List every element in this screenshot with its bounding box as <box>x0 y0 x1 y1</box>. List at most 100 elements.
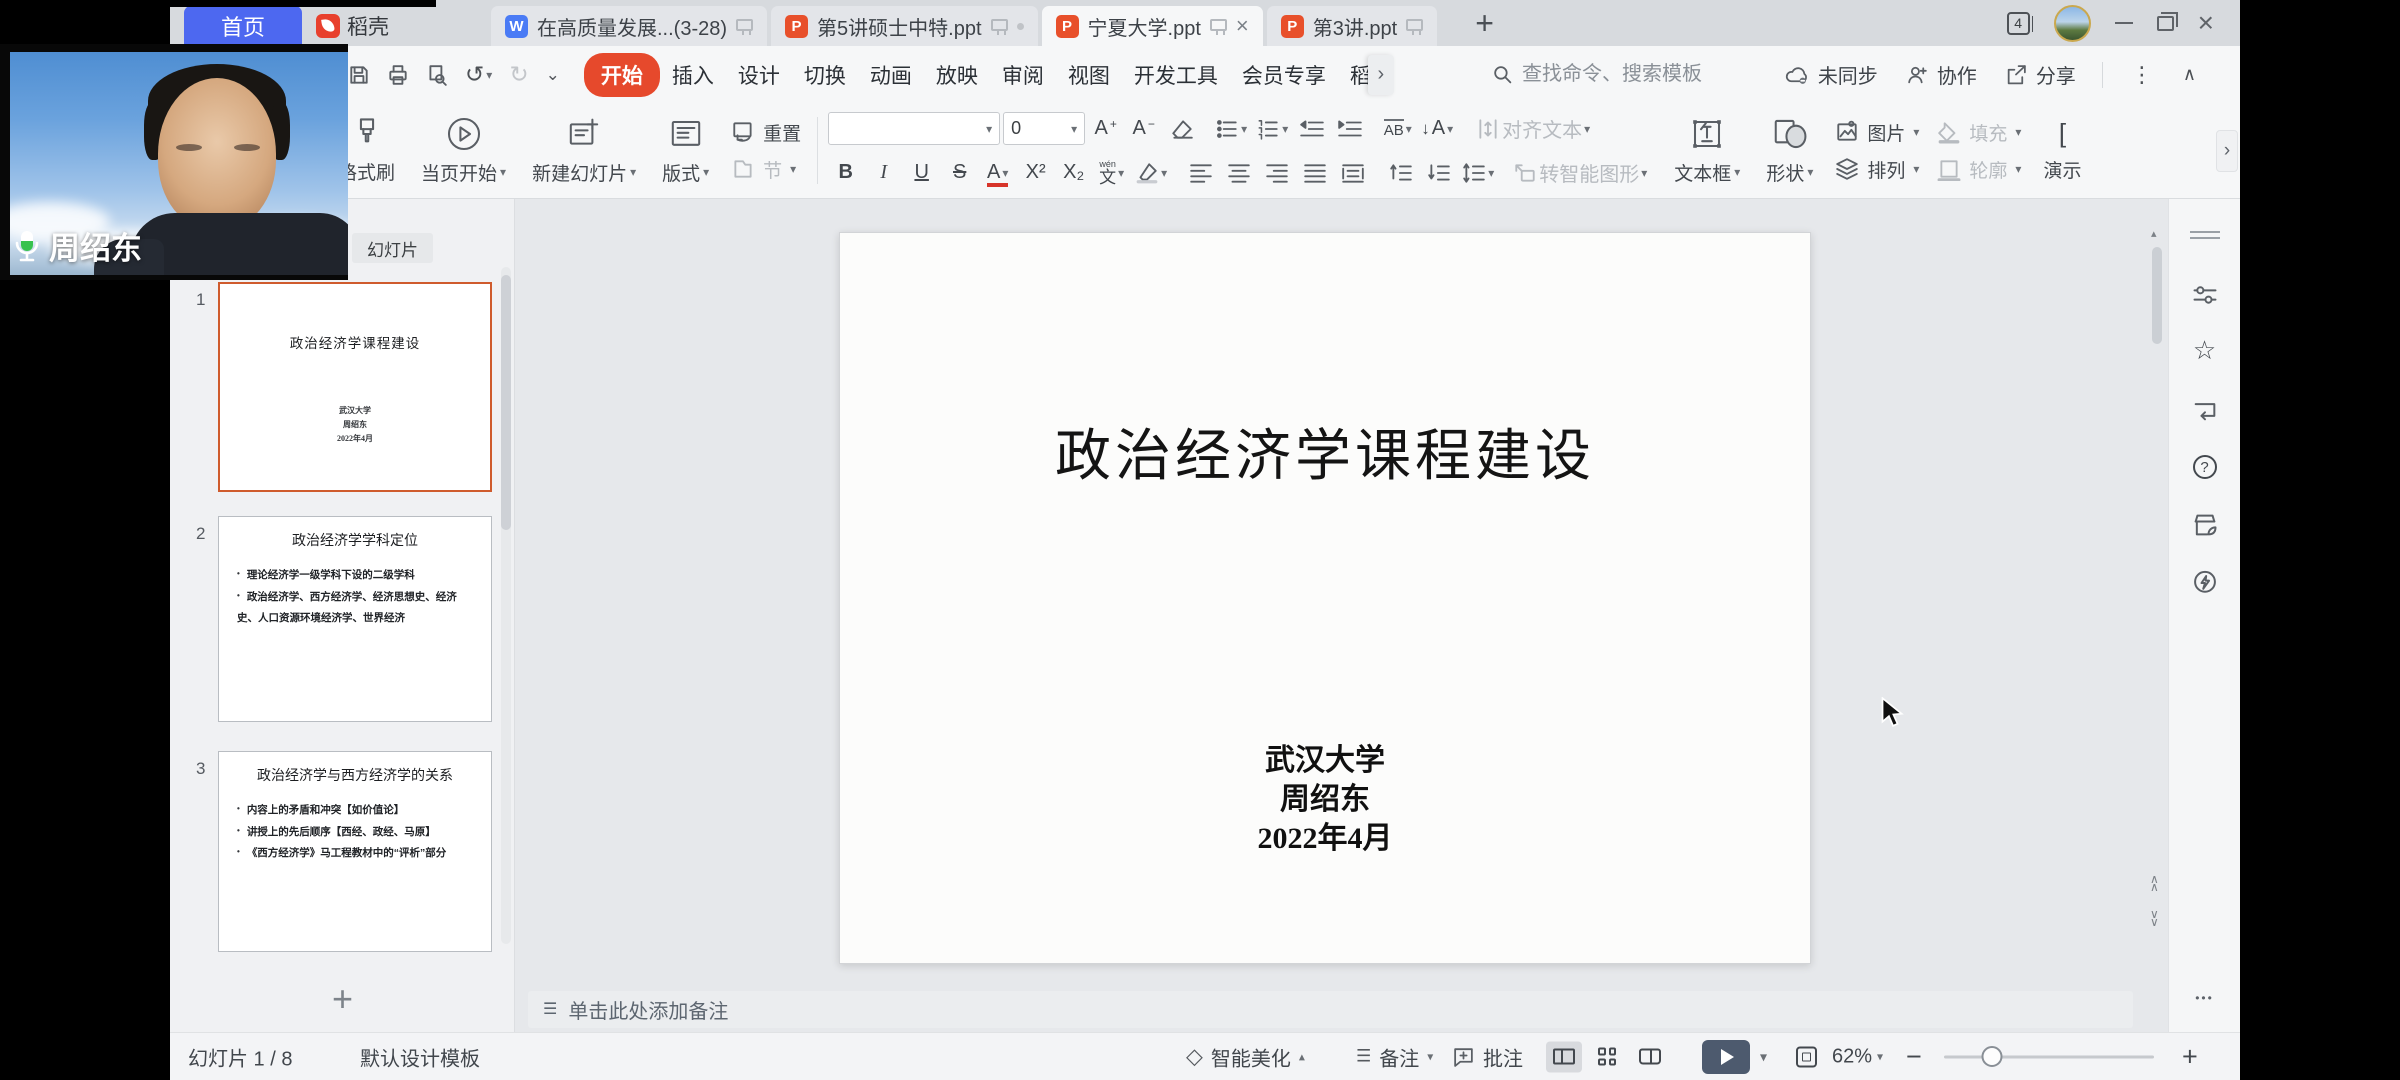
text-direction-button[interactable]: ↓ A ▾ <box>1418 110 1456 148</box>
zoom-slider-knob[interactable] <box>1982 1046 2003 1067</box>
tab-insert[interactable]: 插入 <box>660 53 726 97</box>
toolbar-expand-chevron[interactable]: › <box>2216 130 2238 172</box>
add-slide-button[interactable]: + <box>170 981 515 1017</box>
sync-status-button[interactable]: 未同步 <box>1777 54 1886 95</box>
underline-button[interactable]: U <box>904 154 939 192</box>
increase-font-button[interactable]: A+ <box>1088 110 1123 148</box>
collaborate-button[interactable]: 协作 <box>1898 54 1985 95</box>
sidebar-more-icon[interactable]: ••• <box>2195 991 2214 1005</box>
slide-sub-line[interactable]: 武汉大学 <box>840 741 1810 780</box>
notes-bar[interactable]: ☰ 单击此处添加备注 <box>528 991 2133 1028</box>
customize-qat-icon[interactable]: ⌄ <box>546 65 560 85</box>
slideshow-play-button[interactable] <box>1702 1040 1750 1074</box>
slide-sub-line[interactable]: 周绍东 <box>840 780 1810 819</box>
close-window-button[interactable]: × <box>2198 9 2214 37</box>
comments-button[interactable]: 批注 <box>1452 1042 1523 1071</box>
justify-button[interactable] <box>1297 154 1332 192</box>
account-avatar[interactable] <box>2054 5 2091 42</box>
shapes-button[interactable]: 形状▾ <box>1756 103 1823 198</box>
slides-view-tab[interactable]: 幻灯片 <box>352 233 433 263</box>
superscript-button[interactable]: X² <box>1018 154 1053 192</box>
redo-icon[interactable]: ↻ <box>509 61 528 88</box>
highlight-button[interactable]: ▾ <box>1132 154 1170 192</box>
tab-review[interactable]: 审阅 <box>990 53 1056 97</box>
strikethrough-button[interactable]: S <box>942 154 977 192</box>
previous-slide-button[interactable]: ∧ ∧ <box>2150 875 2159 891</box>
bullets-button[interactable]: ▾ <box>1212 110 1250 148</box>
slide-canvas[interactable]: 政治经济学课程建设 武汉大学 周绍东 2022年4月 <box>839 232 1811 964</box>
tab-home-ribbon[interactable]: 开始 <box>584 53 660 97</box>
tab-animation[interactable]: 动画 <box>858 53 924 97</box>
clear-format-button[interactable] <box>1164 110 1199 148</box>
tab-transitions[interactable]: 切换 <box>792 53 858 97</box>
fit-slide-button[interactable] <box>1796 1046 1817 1067</box>
font-color-button[interactable]: A ▾ <box>980 154 1015 192</box>
slide-title-text[interactable]: 政治经济学课程建设 <box>840 411 1810 492</box>
space-before-button[interactable] <box>1383 154 1418 192</box>
docer-mall-icon[interactable] <box>2191 511 2219 539</box>
align-text-button[interactable]: 对齐文本 ▾ <box>1473 110 1593 148</box>
smart-beautify-icon[interactable]: ☆ <box>2193 335 2216 366</box>
normal-view-button[interactable] <box>1546 1041 1582 1072</box>
tab-devtools[interactable]: 开发工具 <box>1122 53 1230 97</box>
tab-design[interactable]: 设计 <box>726 53 792 97</box>
arrange-button[interactable]: 排列 ▾ <box>1835 156 1919 183</box>
play-from-current-button[interactable]: 当页开始▾ <box>411 103 516 198</box>
pinyin-button[interactable]: wén 文 ▾ <box>1094 154 1129 192</box>
italic-button[interactable]: I <box>866 154 901 192</box>
slide-sorter-view-button[interactable] <box>1589 1041 1625 1072</box>
doc-tab-ppt5[interactable]: P 第5讲硕士中特.ppt <box>771 6 1037 46</box>
webcam-overlay[interactable]: 周绍东 <box>0 44 348 280</box>
search-input[interactable] <box>1522 63 1737 86</box>
tab-member[interactable]: 会员专享 <box>1230 53 1338 97</box>
more-options-icon[interactable]: ⋮ <box>2121 62 2163 88</box>
scroll-up-icon[interactable]: ▴ <box>2151 227 2157 240</box>
tab-docer-resources[interactable]: 稻 <box>1338 53 1372 97</box>
panel-scrollbar[interactable] <box>501 267 511 944</box>
slide-thumbnail-1[interactable]: 政治经济学课程建设 武汉大学 周绍东 2022年4月 <box>218 282 492 492</box>
properties-panel-icon[interactable] <box>2191 281 2219 309</box>
section-button[interactable]: 节 ▾ <box>731 156 801 183</box>
print-icon[interactable] <box>387 64 409 86</box>
increase-indent-button[interactable] <box>1332 110 1367 148</box>
decrease-indent-button[interactable] <box>1294 110 1329 148</box>
doc-tab-writer[interactable]: W 在高质量发展...(3-28) <box>491 6 767 46</box>
doc-tab-ppt3[interactable]: P 第3讲.ppt <box>1267 6 1437 46</box>
zoom-slider[interactable] <box>1944 1055 2154 1058</box>
panel-scrollbar-thumb[interactable] <box>501 275 511 530</box>
font-name-combobox[interactable]: ▾ <box>828 112 1000 145</box>
canvas-scrollbar[interactable]: ▴ ∧ ∧ ∧ ∧ <box>2148 199 2166 992</box>
collapse-ribbon-icon[interactable]: ∧ <box>2175 64 2204 85</box>
undo-button[interactable]: ↺ ▾ <box>465 61 492 88</box>
tab-slideshow[interactable]: 放映 <box>924 53 990 97</box>
window-switcher-button[interactable]: 4 <box>2007 12 2030 35</box>
slide-sub-line[interactable]: 2022年4月 <box>840 819 1810 858</box>
align-center-button[interactable] <box>1221 154 1256 192</box>
canvas-scrollbar-thumb[interactable] <box>2152 247 2162 344</box>
docer-tab[interactable]: 稻壳 <box>302 6 403 46</box>
ribbon-overflow-chevron[interactable]: › <box>1368 55 1394 95</box>
new-tab-button[interactable]: + <box>1467 5 1502 42</box>
font-size-combobox[interactable]: 0 ▾ <box>1003 112 1085 145</box>
minimize-button[interactable] <box>2115 22 2133 25</box>
play-options-caret[interactable]: ▾ <box>1760 1048 1767 1065</box>
numbering-button[interactable]: ▾ <box>1253 110 1291 148</box>
close-tab-icon[interactable]: × <box>1236 15 1249 37</box>
layout-button[interactable]: 版式▾ <box>652 103 719 198</box>
restore-button[interactable] <box>2157 16 2174 31</box>
doc-tab-ningxia-active[interactable]: P 宁夏大学.ppt × <box>1042 6 1263 46</box>
picture-button[interactable]: 图片 ▾ <box>1835 119 1919 146</box>
save-icon[interactable] <box>348 64 370 86</box>
decrease-font-button[interactable]: A− <box>1126 110 1161 148</box>
design-template-label[interactable]: 默认设计模板 <box>360 1042 480 1071</box>
align-left-button[interactable] <box>1183 154 1218 192</box>
share-button[interactable]: 分享 <box>1997 54 2084 95</box>
tab-view[interactable]: 视图 <box>1056 53 1122 97</box>
reset-button[interactable]: 重置 <box>731 119 801 146</box>
new-slide-button[interactable]: 新建幻灯片▾ <box>522 103 646 198</box>
fill-button[interactable]: 填充 ▾ <box>1937 119 2021 146</box>
smart-beautify-button[interactable]: ◇ 智能美化 ▴ <box>1186 1042 1305 1071</box>
zoom-in-button[interactable]: + <box>2182 1043 2198 1070</box>
inspiration-icon[interactable] <box>2191 569 2219 597</box>
change-case-button[interactable]: AB ▾ <box>1380 110 1415 148</box>
